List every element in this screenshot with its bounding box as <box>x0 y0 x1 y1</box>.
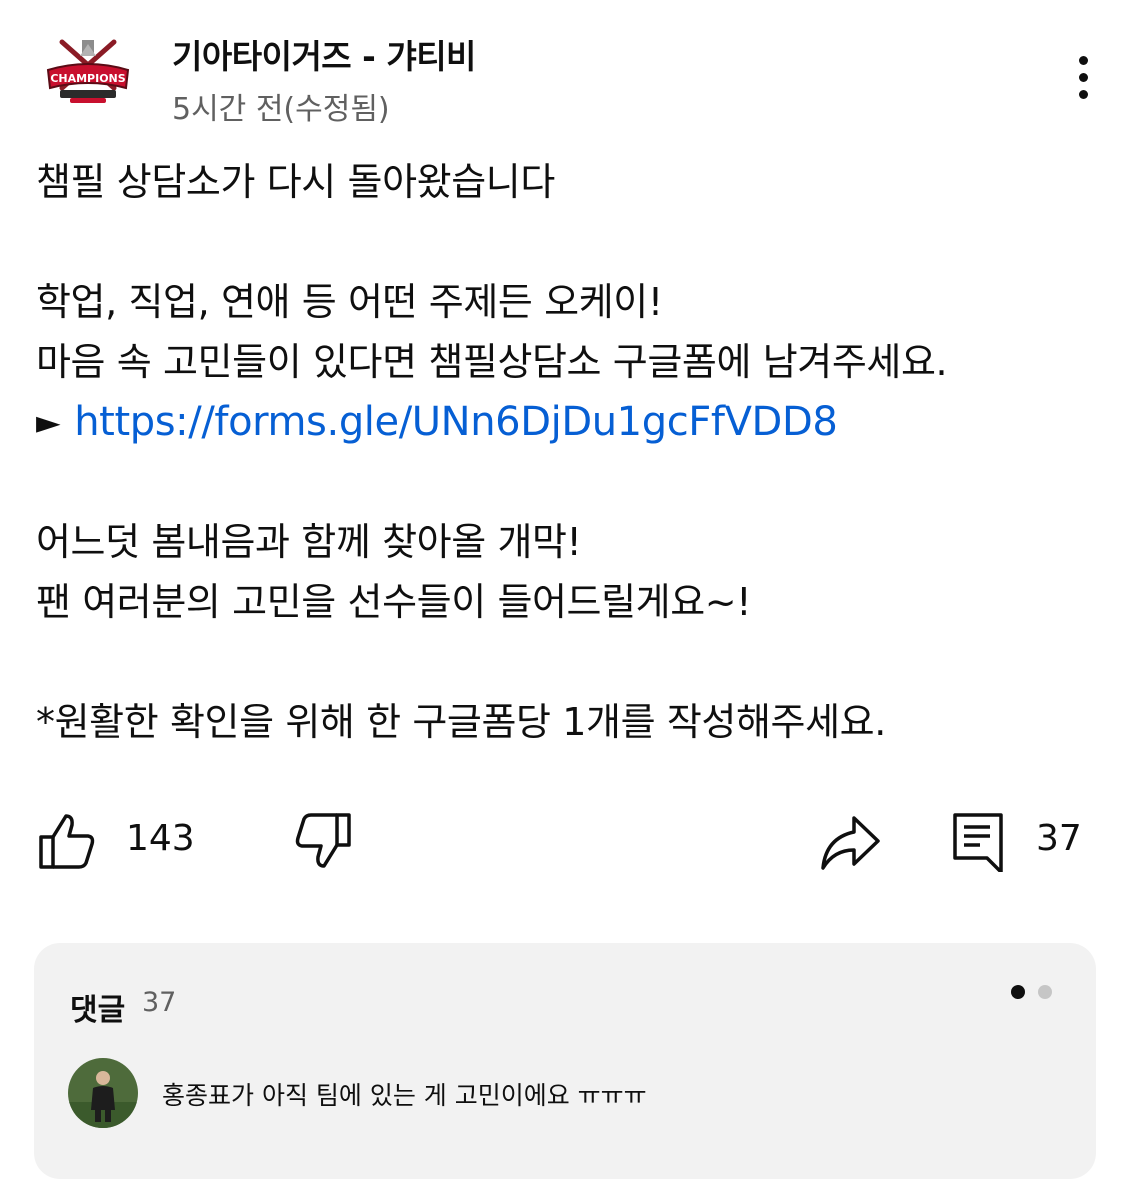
channel-name[interactable]: 기아타이거즈 - 갸티비 <box>172 30 476 78</box>
post-line: 챔필 상담소가 다시 돌아왔습니다 <box>36 160 555 204</box>
like-count: 143 <box>126 818 195 859</box>
share-button[interactable] <box>818 810 882 876</box>
post-timestamp: 5시간 전(수정됨) <box>172 92 390 127</box>
google-form-link[interactable]: https://forms.gle/UNn6DjDu1gcFfVDD8 <box>74 399 838 445</box>
share-icon <box>821 816 880 870</box>
channel-avatar[interactable]: CHAMPIONS <box>40 36 136 112</box>
post-actions-bar: 143 37 <box>0 800 1130 880</box>
more-dot-icon <box>1079 90 1088 99</box>
thumbs-up-icon <box>39 814 95 869</box>
post-line <box>36 632 1106 692</box>
comment-text: 홍종표가 아직 팀에 있는 게 고민이에요 ㅠㅠㅠ <box>162 1081 647 1110</box>
post-link-line: ► https://forms.gle/UNn6DjDu1gcFfVDD8 <box>36 392 1106 452</box>
post-line: 학업, 직업, 연애 등 어떤 주제든 오케이! <box>36 280 663 324</box>
like-button[interactable] <box>36 810 98 876</box>
post-header: CHAMPIONS 기아타이거즈 - 갸티비 5시간 전(수정됨) <box>0 0 1130 140</box>
commenter-avatar[interactable] <box>68 1058 138 1128</box>
dislike-button[interactable] <box>292 810 354 876</box>
comments-preview[interactable]: 댓글 37 홍종표가 아직 팀에 있는 게 고민이에요 ㅠㅠㅠ <box>34 943 1096 1179</box>
comment-icon <box>953 813 1003 874</box>
post-line <box>36 212 1106 272</box>
thumbs-down-icon <box>295 813 351 868</box>
svg-text:CHAMPIONS: CHAMPIONS <box>50 72 125 85</box>
more-dot-icon <box>1079 56 1088 65</box>
comment-button[interactable] <box>950 810 1006 876</box>
user-avatar-icon <box>68 1058 138 1128</box>
post-line: 어느덧 봄내음과 함께 찾아올 개막! <box>36 520 582 564</box>
more-dot-icon <box>1079 73 1088 82</box>
post-text: 챔필 상담소가 다시 돌아왔습니다 학업, 직업, 연애 등 어떤 주제든 오케… <box>36 152 1106 752</box>
post-line: 마음 속 고민들이 있다면 챔필상담소 구글폼에 남겨주세요. <box>36 340 948 384</box>
comments-title: 댓글 <box>70 993 126 1028</box>
post-line <box>36 452 1106 512</box>
post-line: 팬 여러분의 고민을 선수들이 들어드릴게요~! <box>36 580 752 624</box>
more-options-button[interactable] <box>1064 52 1104 104</box>
arrow-icon: ► <box>36 403 61 441</box>
post-line: *원활한 확인을 위해 한 구글폼당 1개를 작성해주세요. <box>36 700 886 744</box>
page-indicator-dot <box>1038 985 1052 999</box>
comments-count: 37 <box>142 987 177 1018</box>
champions-logo-icon: CHAMPIONS <box>46 39 130 103</box>
page-indicator-dot-active <box>1011 985 1025 999</box>
comment-count: 37 <box>1036 818 1082 859</box>
